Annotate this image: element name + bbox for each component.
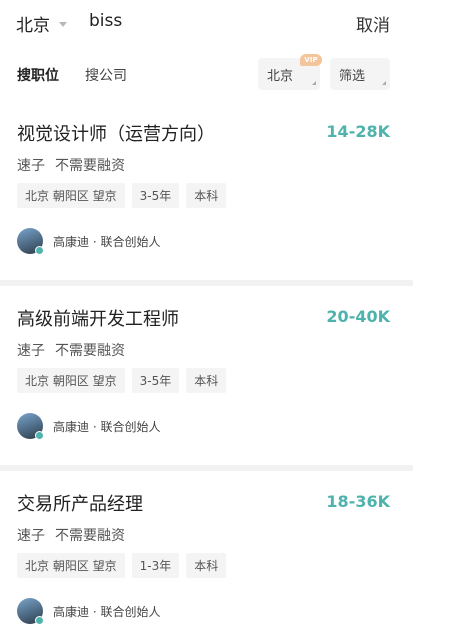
funding-stage: 不需要融资	[55, 343, 125, 359]
location-tag: 北京 朝阳区 望京	[17, 183, 125, 208]
recruiter-name: 高康迪 · 联合创始人	[53, 234, 161, 249]
salary: 18-36K	[326, 492, 390, 511]
company-name: 速子	[17, 343, 45, 359]
avatar	[17, 228, 44, 255]
company-name: 速子	[17, 158, 45, 174]
job-title: 高级前端开发工程师	[17, 309, 179, 330]
recruiter: 高康迪 · 联合创始人	[17, 413, 161, 440]
tab-jobs[interactable]: 搜职位	[17, 65, 59, 85]
tab-companies[interactable]: 搜公司	[85, 65, 127, 85]
job-card[interactable]: 视觉设计师（运营方向） 14-28K 速子 不需要融资 北京 朝阳区 望京 3-5…	[0, 101, 413, 280]
online-status-icon	[35, 616, 44, 625]
experience-tag: 1-3年	[131, 553, 180, 578]
salary: 20-40K	[326, 307, 390, 326]
location-tag: 北京 朝阳区 望京	[17, 368, 125, 393]
company-name: 速子	[17, 528, 45, 544]
education-tag: 本科	[186, 553, 227, 578]
chevron-down-icon	[59, 22, 67, 27]
job-card[interactable]: 高级前端开发工程师 20-40K 速子 不需要融资 北京 朝阳区 望京 3-5年 …	[0, 286, 413, 465]
search-input[interactable]: biss	[89, 11, 122, 31]
filter-row: 搜职位 搜公司 北京 VIP 筛选	[0, 50, 449, 100]
city-selector[interactable]: 北京	[16, 11, 67, 36]
city-filter-label: 北京	[267, 68, 294, 84]
company-info: 速子 不需要融资	[17, 340, 125, 360]
location-tag: 北京 朝阳区 望京	[17, 553, 125, 578]
funding-stage: 不需要融资	[55, 528, 125, 544]
education-tag: 本科	[186, 368, 227, 393]
online-status-icon	[35, 246, 44, 255]
job-list: 视觉设计师（运营方向） 14-28K 速子 不需要融资 北京 朝阳区 望京 3-5…	[0, 101, 413, 628]
filter-chip[interactable]: 筛选	[330, 58, 390, 90]
job-title: 视觉设计师（运营方向）	[17, 124, 215, 145]
job-title: 交易所产品经理	[17, 494, 143, 515]
recruiter: 高康迪 · 联合创始人	[17, 228, 161, 255]
dropdown-corner-icon	[382, 81, 386, 85]
experience-tag: 3-5年	[131, 183, 180, 208]
company-info: 速子 不需要融资	[17, 525, 125, 545]
job-tags: 北京 朝阳区 望京 1-3年 本科	[17, 553, 227, 578]
recruiter-name: 高康迪 · 联合创始人	[53, 419, 161, 434]
job-tags: 北京 朝阳区 望京 3-5年 本科	[17, 183, 227, 208]
search-bar: 北京 biss 取消	[0, 0, 449, 46]
recruiter-name: 高康迪 · 联合创始人	[53, 604, 161, 619]
dropdown-corner-icon	[312, 81, 316, 85]
recruiter: 高康迪 · 联合创始人	[17, 598, 161, 625]
job-card[interactable]: 交易所产品经理 18-36K 速子 不需要融资 北京 朝阳区 望京 1-3年 本科…	[0, 471, 413, 628]
funding-stage: 不需要融资	[55, 158, 125, 174]
avatar	[17, 598, 44, 625]
experience-tag: 3-5年	[131, 368, 180, 393]
vip-badge: VIP	[300, 54, 322, 66]
online-status-icon	[35, 431, 44, 440]
company-info: 速子 不需要融资	[17, 155, 125, 175]
city-label: 北京	[16, 16, 50, 36]
cancel-button[interactable]: 取消	[356, 11, 390, 36]
filter-label: 筛选	[339, 68, 366, 84]
salary: 14-28K	[326, 122, 390, 141]
education-tag: 本科	[186, 183, 227, 208]
job-tags: 北京 朝阳区 望京 3-5年 本科	[17, 368, 227, 393]
avatar	[17, 413, 44, 440]
